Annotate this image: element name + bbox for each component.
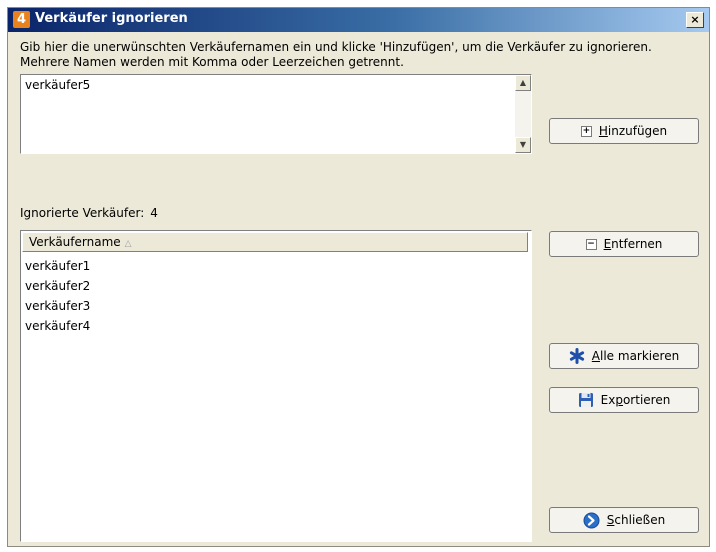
- seller-names-input[interactable]: verkäufer5 ▲ ▼: [20, 74, 532, 154]
- list-item[interactable]: verkäufer4: [25, 316, 90, 336]
- input-scrollbar[interactable]: ▲ ▼: [515, 75, 531, 153]
- seller-names-value: verkäufer5: [25, 78, 91, 92]
- add-button[interactable]: + Hinzufügen: [549, 118, 699, 144]
- app-icon: 4: [13, 11, 30, 28]
- dialog-window: 4 Verkäufer ignorieren × Gib hier die un…: [7, 7, 710, 547]
- window-title: Verkäufer ignorieren: [35, 11, 188, 26]
- ignored-sellers-label: Ignorierte Verkäufer: 4: [20, 206, 158, 220]
- floppy-disk-icon: [578, 392, 594, 408]
- select-all-button-label: Alle markieren: [591, 349, 680, 363]
- select-all-button[interactable]: Alle markieren: [549, 343, 699, 369]
- sort-ascending-icon: △: [124, 239, 132, 249]
- scroll-down-button[interactable]: ▼: [515, 137, 531, 153]
- plus-box-icon: +: [580, 125, 592, 137]
- close-circle-icon: [583, 512, 600, 529]
- list-item[interactable]: verkäufer2: [25, 276, 90, 296]
- close-window-button[interactable]: ×: [686, 12, 704, 28]
- scroll-up-button[interactable]: ▲: [515, 75, 531, 91]
- asterisk-icon: [569, 348, 585, 364]
- close-button-label: Schließen: [606, 513, 666, 527]
- add-button-label: Hinzufügen: [598, 124, 668, 138]
- export-button[interactable]: Exportieren: [549, 387, 699, 413]
- ignored-sellers-list[interactable]: Verkäufername △ verkäufer1 verkäufer2 ver…: [20, 230, 532, 542]
- ignored-count: 4: [150, 206, 158, 220]
- close-button[interactable]: Schließen: [549, 507, 699, 533]
- list-item[interactable]: verkäufer1: [25, 256, 90, 276]
- remove-button[interactable]: − Entfernen: [549, 231, 699, 257]
- minus-box-icon: −: [585, 238, 597, 250]
- title-bar[interactable]: 4 Verkäufer ignorieren ×: [8, 8, 709, 32]
- remove-button-label: Entfernen: [603, 237, 663, 251]
- export-button-label: Exportieren: [600, 393, 671, 407]
- list-item[interactable]: verkäufer3: [25, 296, 90, 316]
- column-header-seller-name[interactable]: Verkäufername △: [22, 232, 528, 252]
- instruction-text: Gib hier die unerwünschten Verkäufername…: [20, 40, 652, 69]
